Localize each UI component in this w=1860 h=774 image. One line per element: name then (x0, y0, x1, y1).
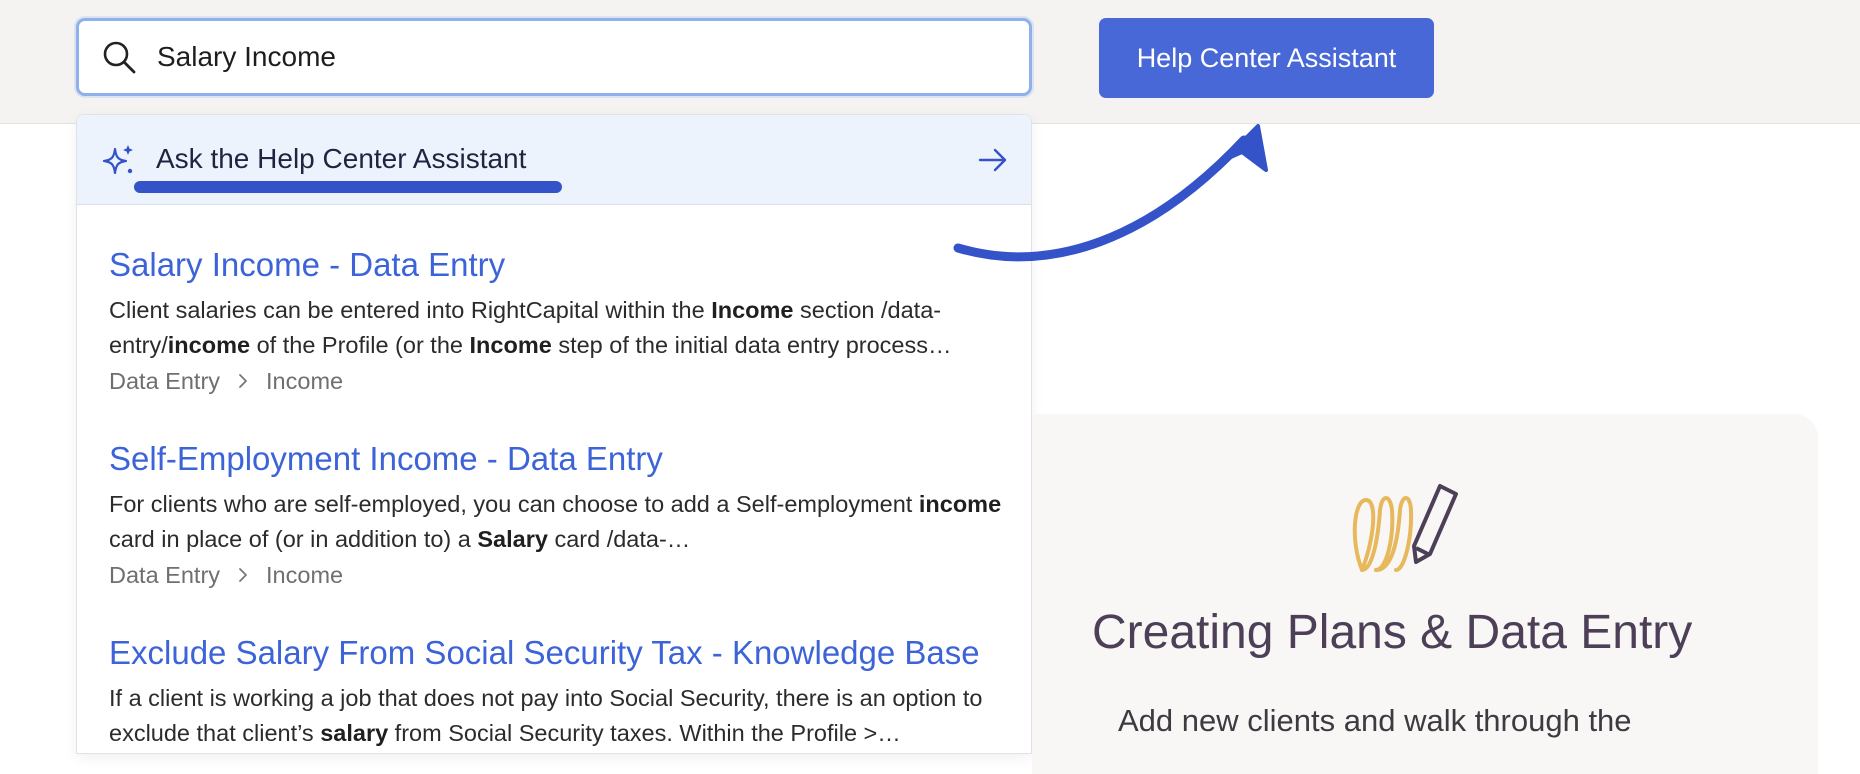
sparkle-icon (102, 145, 133, 175)
search-result[interactable]: Exclude Salary From Social Security Tax … (109, 633, 1009, 751)
search-icon (103, 41, 136, 74)
search-result[interactable]: Self-Employment Income - Data Entry For … (109, 439, 1009, 591)
signature-pen-icon (1352, 484, 1458, 572)
breadcrumb: Data Entry Income (109, 365, 1009, 397)
annotation-underline (134, 181, 562, 193)
card-title: Creating Plans & Data Entry (1092, 606, 1693, 659)
top-bar: Salary Income Help Center Assistant (0, 0, 1860, 124)
search-result[interactable]: Salary Income - Data Entry Client salari… (109, 245, 1009, 397)
search-results-dropdown: Ask the Help Center Assistant Salary Inc… (76, 114, 1032, 754)
result-snippet: If a client is working a job that does n… (109, 685, 983, 746)
search-query[interactable]: Salary Income (157, 38, 336, 76)
ask-assistant-option[interactable]: Ask the Help Center Assistant (77, 115, 1031, 205)
breadcrumb-item: Data Entry (109, 368, 221, 394)
breadcrumb-item: Data Entry (109, 562, 221, 588)
breadcrumb-item: Income (266, 368, 344, 394)
search-input[interactable]: Salary Income (76, 18, 1032, 96)
result-title[interactable]: Exclude Salary From Social Security Tax … (109, 633, 1009, 673)
help-center-assistant-button[interactable]: Help Center Assistant (1099, 18, 1434, 98)
chevron-right-icon (239, 568, 247, 582)
topic-card[interactable]: Creating Plans & Data Entry Add new clie… (1032, 414, 1818, 774)
breadcrumb-item: Income (266, 562, 344, 588)
ask-assistant-label: Ask the Help Center Assistant (156, 143, 527, 174)
chevron-right-icon (239, 374, 247, 388)
breadcrumb: Data Entry Income (109, 559, 1009, 591)
result-snippet: Client salaries can be entered into Righ… (109, 297, 952, 358)
result-title[interactable]: Self-Employment Income - Data Entry (109, 439, 1009, 479)
annotation-arrow (953, 124, 1268, 262)
result-snippet: For clients who are self-employed, you c… (109, 491, 1002, 552)
card-description: Add new clients and walk through the (1118, 703, 1632, 738)
result-title[interactable]: Salary Income - Data Entry (109, 245, 1009, 285)
